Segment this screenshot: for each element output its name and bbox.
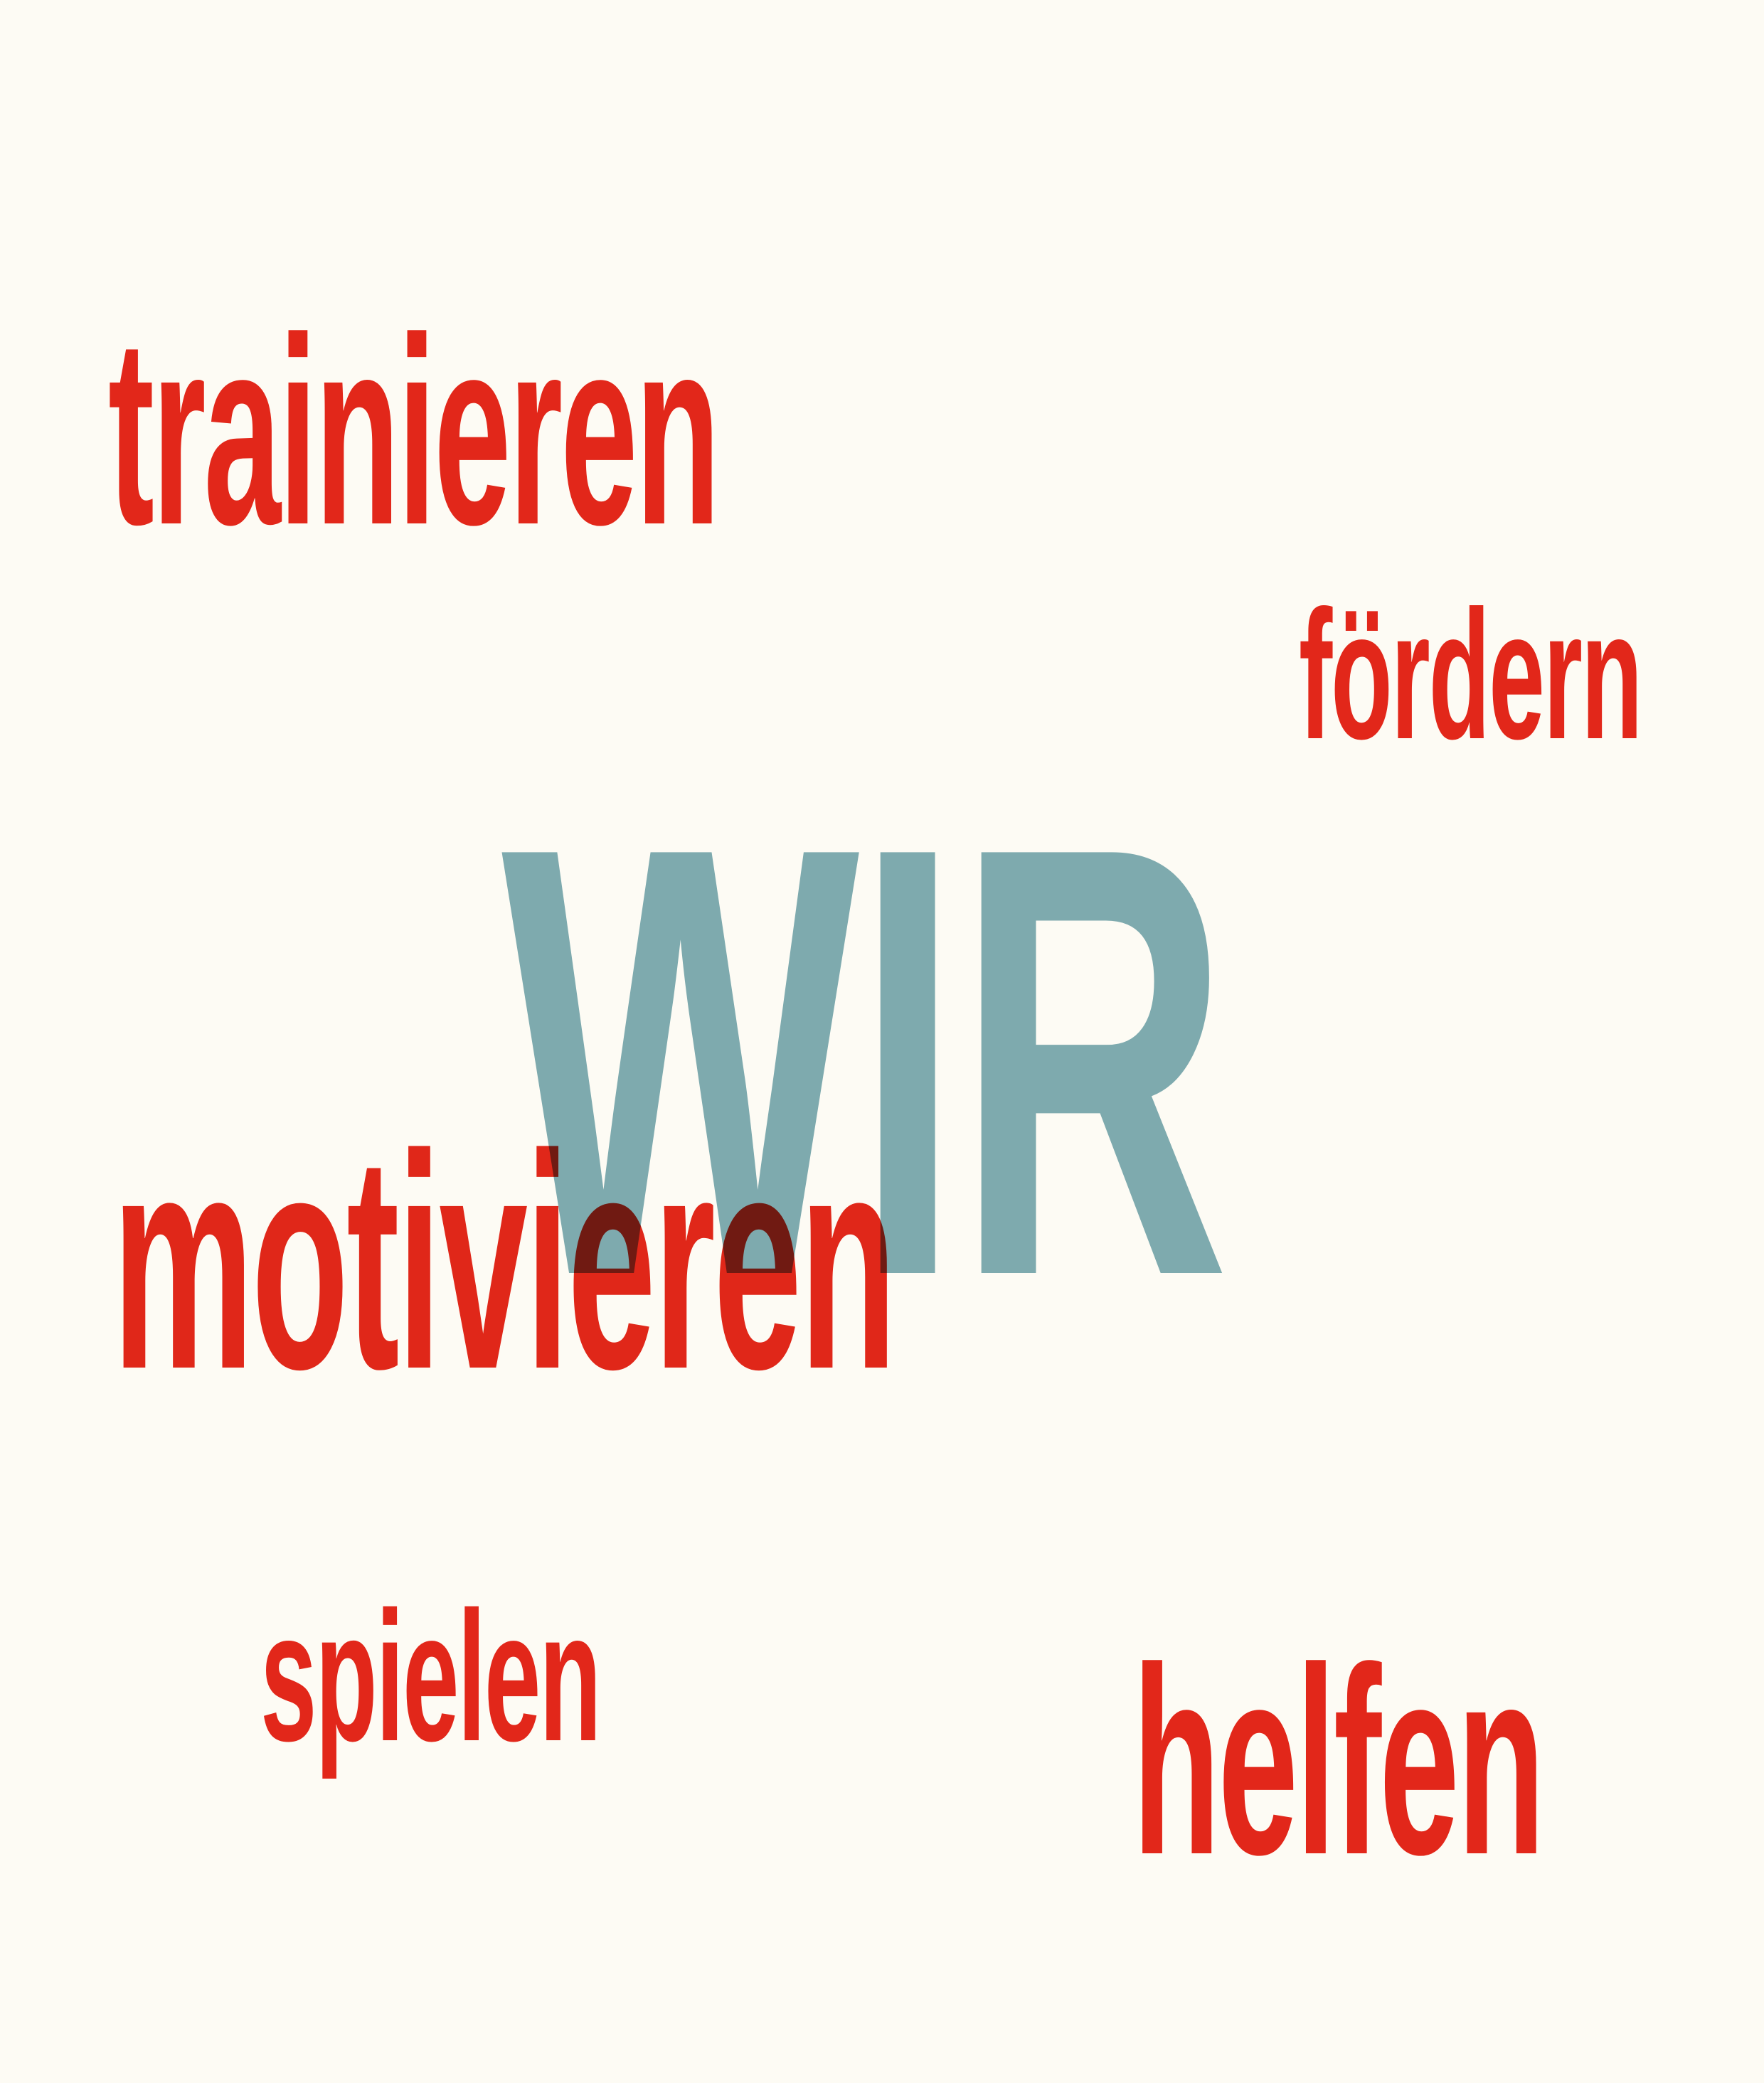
poster-canvas: WIR trainieren fördern motivieren spiele… bbox=[0, 0, 1764, 2083]
word-foerdern: fördern bbox=[1299, 572, 1642, 777]
word-helfen: helfen bbox=[1132, 1613, 1545, 1910]
word-spielen: spielen bbox=[260, 1574, 602, 1780]
word-motivieren: motivieren bbox=[112, 1092, 897, 1433]
word-trainieren: trainieren bbox=[108, 283, 721, 580]
